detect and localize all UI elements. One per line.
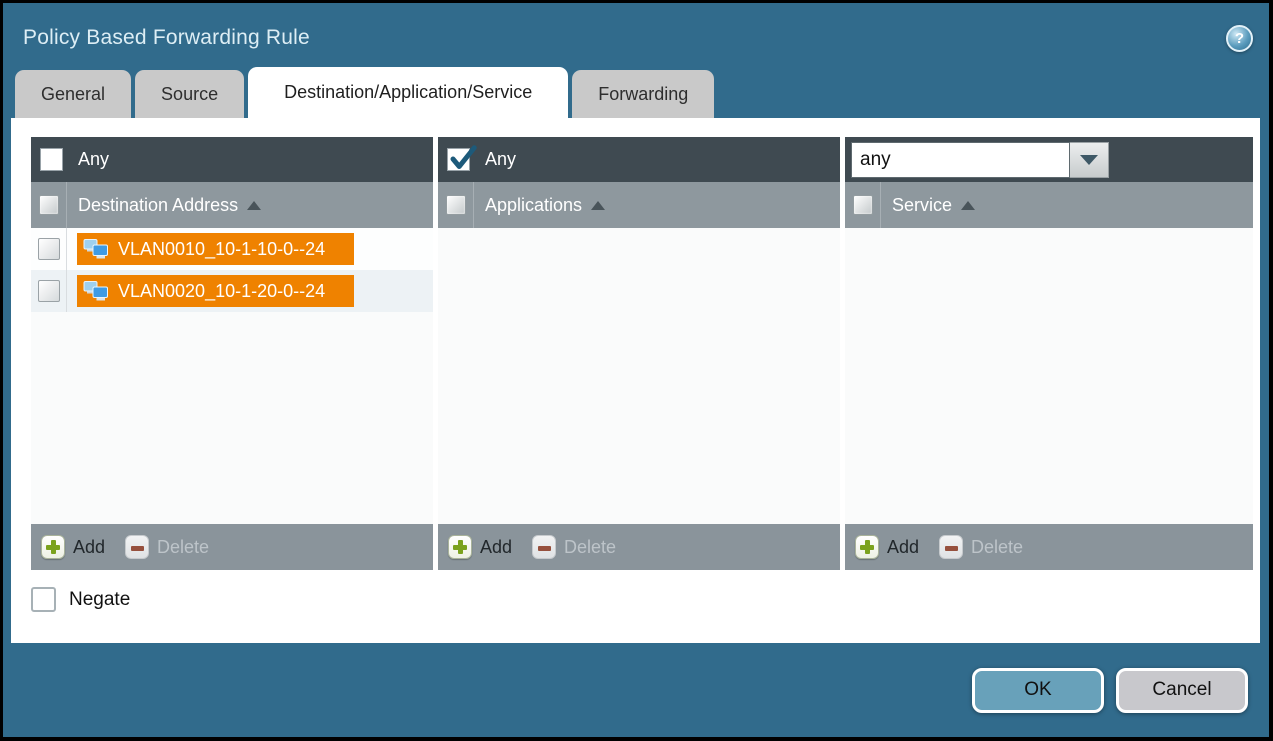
service-type-dropdown: any [851, 142, 1109, 178]
delete-icon [125, 535, 149, 559]
add-button-label: Add [73, 537, 105, 558]
dialog-policy-based-forwarding-rule: Policy Based Forwarding Rule ? General S… [3, 3, 1269, 737]
tab-destination-application-service[interactable]: Destination/Application/Service [248, 67, 568, 118]
cancel-button[interactable]: Cancel [1116, 668, 1248, 713]
destination-any-checkbox[interactable] [40, 148, 63, 171]
destination-select-all-checkbox[interactable] [39, 195, 59, 215]
service-add-button[interactable]: Add [855, 535, 919, 559]
help-icon[interactable]: ? [1226, 25, 1253, 52]
negate-label: Negate [69, 589, 130, 611]
three-column-layout: Any Destination Address [31, 137, 1253, 570]
applications-delete-button[interactable]: Delete [532, 535, 616, 559]
service-footer-bar: Add Delete [845, 524, 1253, 570]
applications-header: Applications [438, 182, 840, 228]
network-icon [83, 238, 109, 261]
tab-content: Any Destination Address [11, 118, 1260, 643]
service-type-dropdown-button[interactable] [1070, 142, 1109, 178]
destination-address-header: Destination Address [31, 182, 433, 228]
destination-footer-bar: Add Delete [31, 524, 433, 570]
applications-any-bar: Any [438, 137, 840, 182]
table-row[interactable]: VLAN0020_10-1-20-0--24 [31, 270, 433, 312]
address-entry-vlan0010[interactable]: VLAN0010_10-1-10-0--24 [77, 233, 354, 265]
applications-panel: Any Applications Add [438, 137, 840, 570]
address-entry-label: VLAN0010_10-1-10-0--24 [118, 239, 325, 260]
tab-forwarding[interactable]: Forwarding [572, 70, 714, 118]
destination-address-list: VLAN0010_10-1-10-0--24 [31, 228, 433, 524]
add-icon [41, 535, 65, 559]
checkmark-icon [448, 144, 478, 174]
sort-ascending-icon [247, 201, 261, 210]
ok-button[interactable]: OK [972, 668, 1104, 713]
applications-select-all-checkbox[interactable] [446, 195, 466, 215]
sort-ascending-icon [961, 201, 975, 210]
delete-button-label: Delete [564, 537, 616, 558]
dialog-titlebar: Policy Based Forwarding Rule ? [3, 3, 1269, 67]
dialog-action-bar: OK Cancel [3, 643, 1269, 737]
service-type-value[interactable]: any [851, 142, 1070, 178]
tab-bar: General Source Destination/Application/S… [3, 67, 1269, 118]
applications-add-button[interactable]: Add [448, 535, 512, 559]
row-checkbox[interactable] [38, 280, 60, 302]
tab-general[interactable]: General [15, 70, 131, 118]
screenshot-border: Policy Based Forwarding Rule ? General S… [0, 0, 1273, 741]
add-icon [855, 535, 879, 559]
service-select-all-checkbox[interactable] [853, 195, 873, 215]
add-button-label: Add [887, 537, 919, 558]
service-list [845, 228, 1253, 524]
delete-button-label: Delete [157, 537, 209, 558]
applications-any-checkbox[interactable] [447, 148, 470, 171]
destination-header-checkbox-cell [31, 182, 67, 228]
row-checkbox-cell [31, 270, 67, 312]
network-icon [83, 280, 109, 303]
add-button-label: Add [480, 537, 512, 558]
service-panel: any Service [845, 137, 1253, 570]
sort-ascending-icon [591, 201, 605, 210]
service-dropdown-bar: any [845, 137, 1253, 182]
negate-checkbox[interactable] [31, 587, 56, 612]
table-row[interactable]: VLAN0010_10-1-10-0--24 [31, 228, 433, 270]
applications-footer-bar: Add Delete [438, 524, 840, 570]
applications-header-label: Applications [485, 195, 582, 216]
service-header-label: Service [892, 195, 952, 216]
delete-icon [532, 535, 556, 559]
applications-sort-header[interactable]: Applications [485, 195, 605, 216]
service-header-checkbox-cell [845, 182, 881, 228]
row-checkbox[interactable] [38, 238, 60, 260]
destination-delete-button[interactable]: Delete [125, 535, 209, 559]
destination-any-bar: Any [31, 137, 433, 182]
tab-source[interactable]: Source [135, 70, 244, 118]
address-entry-vlan0020[interactable]: VLAN0020_10-1-20-0--24 [77, 275, 354, 307]
service-delete-button[interactable]: Delete [939, 535, 1023, 559]
row-checkbox-cell [31, 228, 67, 270]
chevron-down-icon [1080, 155, 1098, 165]
destination-address-sort-header[interactable]: Destination Address [78, 195, 261, 216]
service-header: Service [845, 182, 1253, 228]
applications-list [438, 228, 840, 524]
applications-header-checkbox-cell [438, 182, 474, 228]
delete-icon [939, 535, 963, 559]
address-entry-label: VLAN0020_10-1-20-0--24 [118, 281, 325, 302]
destination-address-header-label: Destination Address [78, 195, 238, 216]
negate-option: Negate [31, 587, 1253, 612]
applications-any-label: Any [485, 149, 516, 170]
add-icon [448, 535, 472, 559]
delete-button-label: Delete [971, 537, 1023, 558]
destination-any-label: Any [78, 149, 109, 170]
destination-address-panel: Any Destination Address [31, 137, 433, 570]
dialog-title: Policy Based Forwarding Rule [23, 26, 310, 50]
service-sort-header[interactable]: Service [892, 195, 975, 216]
destination-add-button[interactable]: Add [41, 535, 105, 559]
